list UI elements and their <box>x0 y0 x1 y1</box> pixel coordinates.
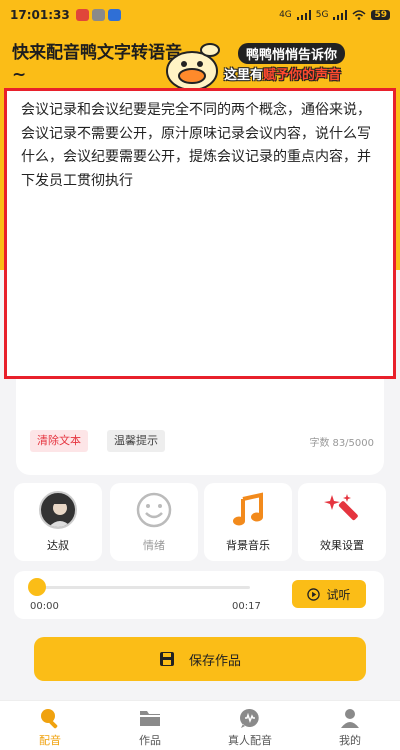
tile-label: 达叔 <box>47 539 69 552</box>
preview-label: 试听 <box>326 587 351 602</box>
audio-player: 00:00 00:17 试听 <box>14 571 384 619</box>
tab-label: 配音 <box>39 734 61 747</box>
effect-settings-button[interactable]: 效果设置 <box>298 483 386 561</box>
char-count-label: 字数 <box>309 438 330 449</box>
user-icon <box>341 709 359 728</box>
emotion-button[interactable]: 情绪 <box>110 483 198 561</box>
tab-label: 作品 <box>139 734 161 747</box>
microphone-icon <box>41 709 58 729</box>
voice-avatar <box>39 491 77 529</box>
duck-mascot-icon <box>166 43 220 91</box>
network-label-2: 5G <box>315 10 329 20</box>
playback-knob[interactable] <box>28 578 46 596</box>
tab-dubbing[interactable]: 配音 <box>0 701 100 750</box>
dubbing-text-input[interactable]: 会议记录和会议纪要是完全不同的两个概念，通俗来说，会议记录不需要公开，原汁原味记… <box>4 88 396 379</box>
battery-icon: 59 <box>371 10 390 20</box>
wifi-icon <box>352 10 366 20</box>
current-time: 00:00 <box>30 601 59 612</box>
banner-line-1: 鸭鸭悄悄告诉你 <box>238 43 346 64</box>
signal-icon <box>333 10 348 20</box>
total-time: 00:17 <box>232 601 261 612</box>
banner-text: 这里有 <box>224 68 264 83</box>
notification-icon <box>91 9 105 21</box>
promo-banner: 鸭鸭悄悄告诉你 这里有赋予你的声音 <box>220 38 392 84</box>
network-label: 4G <box>279 10 292 20</box>
tab-label: 我的 <box>339 734 361 747</box>
person-icon <box>48 499 72 527</box>
notification-icon <box>107 9 121 21</box>
voice-select-button[interactable]: 达叔 <box>14 483 102 561</box>
folder-icon <box>140 711 160 726</box>
char-count-value: 83/5000 <box>332 438 374 449</box>
background-music-button[interactable]: 背景音乐 <box>204 483 292 561</box>
signal-icon <box>296 10 311 20</box>
status-bar: 17:01:33 4G 5G 59 <box>0 0 400 30</box>
clear-text-button[interactable]: 清除文本 <box>30 430 88 452</box>
playback-track[interactable] <box>38 586 250 589</box>
preview-button[interactable]: 试听 <box>292 580 366 608</box>
chat-wave-icon <box>240 708 259 728</box>
banner-line-2: 这里有赋予你的声音 <box>224 64 341 83</box>
avatar <box>39 491 77 529</box>
music-note-icon <box>229 491 267 529</box>
tile-label: 情绪 <box>143 539 165 552</box>
banner-highlight: 赋予你的声音 <box>263 68 342 83</box>
smile-icon <box>135 491 173 529</box>
status-time: 17:01:33 <box>10 8 70 22</box>
tab-works[interactable]: 作品 <box>100 701 200 750</box>
char-count: 字数 83/5000 <box>309 434 374 449</box>
save-label: 保存作品 <box>188 653 241 669</box>
play-icon <box>307 587 321 601</box>
tab-label: 真人配音 <box>228 734 272 747</box>
tips-button[interactable]: 温馨提示 <box>107 430 165 452</box>
save-work-button[interactable]: 保存作品 <box>34 637 366 681</box>
tile-label: 背景音乐 <box>226 539 270 552</box>
page-title: 快来配音鸭文字转语音~ <box>12 43 182 85</box>
tab-human-dubbing[interactable]: 真人配音 <box>200 701 300 750</box>
magic-wand-icon <box>323 491 361 529</box>
save-icon <box>159 652 174 666</box>
notification-icon <box>75 9 89 21</box>
tab-profile[interactable]: 我的 <box>300 701 400 750</box>
tile-label: 效果设置 <box>320 539 364 552</box>
bottom-tab-bar: 配音 作品 真人配音 我的 <box>0 700 400 750</box>
